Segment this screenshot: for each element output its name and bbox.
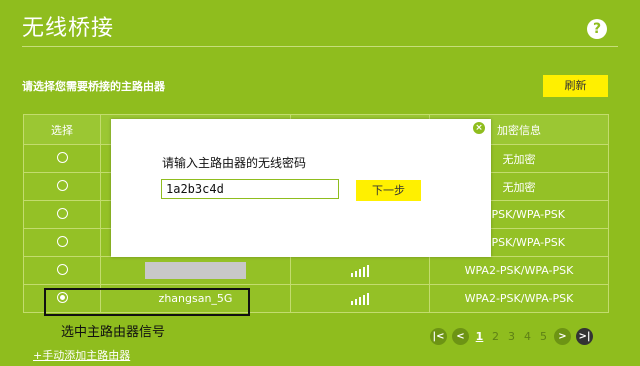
page-number[interactable]: 4 [522, 330, 533, 343]
ssid-cell [100, 256, 291, 285]
encryption-cell: WPA2-PSK/WPA-PSK [429, 284, 609, 313]
select-radio[interactable] [56, 151, 68, 163]
select-radio[interactable] [56, 263, 68, 275]
page-title: 无线桥接 [22, 16, 115, 41]
refresh-button[interactable]: 刷新 [543, 75, 608, 97]
select-cell [23, 256, 101, 285]
instruction-text: 请选择您需要桥接的主路由器 [22, 80, 165, 93]
page-number[interactable]: 2 [490, 330, 501, 343]
signal-strength-icon [351, 265, 369, 277]
select-radio[interactable] [56, 179, 68, 191]
selected-row-highlight-box [44, 288, 250, 316]
selection-caption: 选中主路由器信号 [61, 325, 166, 340]
next-page-icon[interactable]: > [554, 328, 571, 345]
page-number[interactable]: 1 [474, 330, 485, 343]
select-cell [23, 172, 101, 201]
table-row[interactable]: WPA2-PSK/WPA-PSK [23, 256, 609, 285]
title-divider [22, 46, 618, 47]
select-radio[interactable] [56, 235, 68, 247]
signal-cell [290, 284, 430, 313]
select-cell [23, 200, 101, 229]
signal-cell [290, 256, 430, 285]
select-cell [23, 228, 101, 257]
select-cell [23, 144, 101, 173]
password-dialog: × 请输入主路由器的无线密码 下一步 [111, 119, 491, 257]
next-step-button[interactable]: 下一步 [356, 180, 421, 201]
last-page-icon[interactable]: >| [576, 328, 593, 345]
page-number[interactable]: 5 [538, 330, 549, 343]
password-prompt-label: 请输入主路由器的无线密码 [162, 156, 307, 170]
wireless-password-input[interactable] [161, 179, 339, 199]
pagination: |< < 1 2 3 4 5 > >| [430, 328, 593, 345]
prev-page-icon[interactable]: < [452, 328, 469, 345]
close-icon[interactable]: × [473, 122, 485, 134]
first-page-icon[interactable]: |< [430, 328, 447, 345]
manual-add-router-link[interactable]: +手动添加主路由器 [33, 347, 130, 363]
column-header-select: 选择 [23, 114, 101, 145]
masked-ssid-block [145, 262, 246, 279]
help-question-icon[interactable]: ? [587, 19, 607, 39]
select-radio[interactable] [56, 207, 68, 219]
encryption-cell: WPA2-PSK/WPA-PSK [429, 256, 609, 285]
page-number[interactable]: 3 [506, 330, 517, 343]
signal-strength-icon [351, 293, 369, 305]
